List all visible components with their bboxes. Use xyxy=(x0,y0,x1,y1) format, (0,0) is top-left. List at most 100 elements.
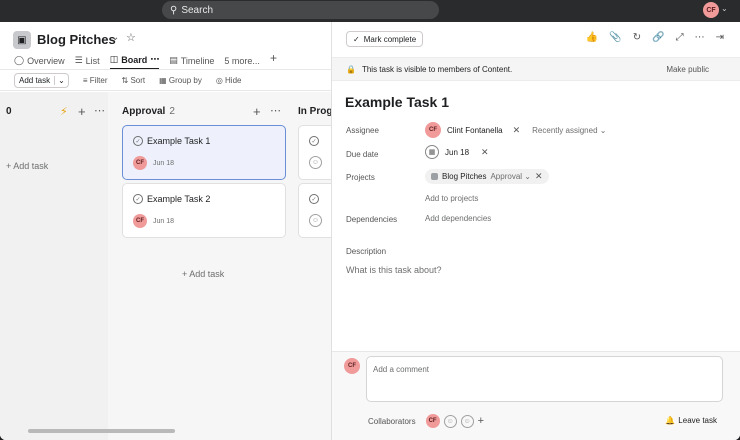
add-tab-icon[interactable]: + xyxy=(270,52,277,70)
more-icon[interactable]: ⋯ xyxy=(695,32,705,43)
avatar[interactable]: CF xyxy=(425,414,440,428)
app-window: ▣ Blog Pitches ⌄ ☆ ◯ Overview ☰ List ◫ Boar… xyxy=(0,22,740,440)
check-icon: ✓ xyxy=(353,34,360,44)
task-detail-panel: ✓ Mark complete 👍 📎 ↻ 🔗 ⤢ ⋯ ⇥ 🔒 This tas… xyxy=(331,22,740,440)
project-color-icon xyxy=(431,173,438,180)
expand-icon[interactable]: ⤢ xyxy=(676,32,684,43)
check-icon[interactable]: ✓ xyxy=(133,136,143,146)
column-header-approval: Approval 2 xyxy=(122,106,175,117)
board-column-unnamed: 0 ⚡ + ⋯ + Add task xyxy=(0,92,108,440)
tab-more[interactable]: 5 more... xyxy=(224,54,260,70)
subtask-icon[interactable]: ↻ xyxy=(633,32,641,43)
avatar: CF xyxy=(344,358,360,374)
collaborators: Collaborators CF ☺ ☺ + xyxy=(368,414,485,428)
overview-icon: ◯ xyxy=(14,55,25,65)
task-card[interactable]: ✓ Example Task 1 CF Jun 18 xyxy=(122,125,286,180)
comment-area: CF Add a comment Collaborators CF ☺ ☺ + … xyxy=(332,351,740,440)
due-date-value: Jun 18 xyxy=(445,147,470,157)
bell-icon: 🔔 xyxy=(665,416,676,425)
projects-field[interactable]: Blog Pitches Approval ⌄ ✕ xyxy=(425,169,549,184)
close-icon[interactable]: ✕ xyxy=(535,171,543,182)
project-chip[interactable]: Blog Pitches Approval ⌄ ✕ xyxy=(425,169,549,184)
check-icon[interactable]: ✓ xyxy=(133,194,143,204)
more-icon[interactable]: ⋯ xyxy=(270,104,281,117)
due-date: Jun 18 xyxy=(153,217,175,225)
search-icon: ⚲ xyxy=(170,4,178,16)
leave-task-button[interactable]: 🔔 Leave task xyxy=(665,416,717,425)
close-icon[interactable]: ✕ xyxy=(513,125,521,136)
chevron-down-icon[interactable]: ⌄ xyxy=(721,4,728,13)
lightning-icon[interactable]: ⚡ xyxy=(60,105,68,118)
assignee-label: Assignee xyxy=(346,126,379,135)
description-label: Description xyxy=(346,247,387,256)
tab-overview[interactable]: ◯ Overview xyxy=(14,54,65,70)
projects-label: Projects xyxy=(346,173,375,182)
description-input[interactable]: What is this task about? xyxy=(346,265,442,275)
visibility-notice: 🔒 This task is visible to members of Con… xyxy=(332,57,740,81)
search-bar[interactable]: ⚲ Search xyxy=(162,1,439,19)
user-avatar[interactable]: CF xyxy=(703,2,719,18)
tab-timeline[interactable]: ▤ Timeline xyxy=(169,54,214,70)
section-dropdown[interactable]: Approval ⌄ xyxy=(490,172,531,181)
board-icon: ◫ xyxy=(109,54,119,64)
lock-icon: 🔒 xyxy=(346,64,356,74)
link-icon[interactable]: 🔗 xyxy=(652,32,664,43)
due-date-label: Due date xyxy=(346,150,379,159)
hide-button[interactable]: ◎ Hide xyxy=(216,76,242,85)
task-card[interactable]: ✓ Example Task 2 CF Jun 18 xyxy=(122,183,286,238)
assignee-name: Clint Fontanella xyxy=(447,125,503,135)
like-icon[interactable]: 👍 xyxy=(586,32,598,43)
avatar: CF xyxy=(425,122,441,138)
add-icon[interactable]: + xyxy=(253,104,261,119)
sort-button[interactable]: ⇅ Sort xyxy=(122,76,146,85)
assignee-field[interactable]: CF Clint Fontanella ✕ Recently assigned … xyxy=(425,122,606,138)
mark-complete-button[interactable]: ✓ Mark complete xyxy=(346,31,424,47)
search-placeholder: Search xyxy=(181,4,214,16)
add-dependencies-link[interactable]: Add dependencies xyxy=(425,214,491,223)
filter-button[interactable]: ≡ Filter xyxy=(83,76,108,85)
add-to-projects-link[interactable]: Add to projects xyxy=(425,194,478,203)
board: 0 ⚡ + ⋯ + Add task Approval 2 + ⋯ ✓ Exampl… xyxy=(0,92,342,440)
project-title: Blog Pitches xyxy=(37,32,116,47)
check-icon[interactable]: ✓ xyxy=(309,194,319,204)
avatar[interactable]: CF xyxy=(133,214,147,228)
close-panel-icon[interactable]: ⇥ xyxy=(716,32,724,43)
calendar-icon: ▦ xyxy=(425,145,439,159)
collaborator-icon[interactable]: ☺ xyxy=(460,414,474,428)
timeline-icon: ▤ xyxy=(169,55,178,65)
make-public-link[interactable]: Make public xyxy=(666,65,709,74)
horizontal-scrollbar[interactable] xyxy=(28,429,175,433)
board-toolbar: Add task ⌄ ≡ Filter ⇅ Sort ▦ Group by ◎ … xyxy=(0,69,331,91)
close-icon[interactable]: ✕ xyxy=(481,147,489,158)
check-icon[interactable]: ✓ xyxy=(309,136,319,146)
chevron-down-icon[interactable]: ⌄ xyxy=(54,75,68,85)
more-icon[interactable]: ⋯ xyxy=(94,104,105,117)
comment-input[interactable]: Add a comment xyxy=(366,356,723,402)
add-task-button[interactable]: Add task ⌄ xyxy=(14,72,69,88)
top-bar: ⚲ Search CF ⌄ xyxy=(0,0,740,22)
task-title[interactable]: Example Task 1 xyxy=(345,94,449,110)
unassigned-avatar-icon[interactable]: ☺ xyxy=(309,214,322,227)
column-count: 0 xyxy=(6,106,12,117)
add-task-link[interactable]: + Add task xyxy=(182,269,224,279)
avatar[interactable]: CF xyxy=(133,156,147,170)
dependencies-label: Dependencies xyxy=(346,215,398,224)
tab-list[interactable]: ☰ List xyxy=(75,54,100,70)
project-icon: ▣ xyxy=(13,31,31,49)
tab-board[interactable]: ◫ Board ⋯ xyxy=(109,54,160,70)
due-date: Jun 18 xyxy=(153,159,175,167)
project-tabs: ◯ Overview ☰ List ◫ Board ⋯ ▤ Timeline 5 more… xyxy=(14,52,277,70)
more-icon[interactable]: ⋯ xyxy=(150,54,159,65)
collaborator-icon[interactable]: ☺ xyxy=(443,414,457,428)
recently-assigned-dropdown[interactable]: Recently assigned ⌄ xyxy=(532,126,606,135)
group-by-button[interactable]: ▦ Group by xyxy=(159,76,202,85)
add-task-link[interactable]: + Add task xyxy=(6,161,48,171)
attachment-icon[interactable]: 📎 xyxy=(609,32,621,43)
add-collaborator-icon[interactable]: + xyxy=(478,415,484,427)
add-icon[interactable]: + xyxy=(78,104,86,119)
panel-toolbar: 👍 📎 ↻ 🔗 ⤢ ⋯ ⇥ xyxy=(586,32,724,43)
chevron-down-icon[interactable]: ⌄ xyxy=(111,32,119,43)
star-icon[interactable]: ☆ xyxy=(126,31,136,44)
unassigned-avatar-icon[interactable]: ☺ xyxy=(309,156,322,169)
due-date-field[interactable]: ▦ Jun 18 ✕ xyxy=(425,145,489,159)
